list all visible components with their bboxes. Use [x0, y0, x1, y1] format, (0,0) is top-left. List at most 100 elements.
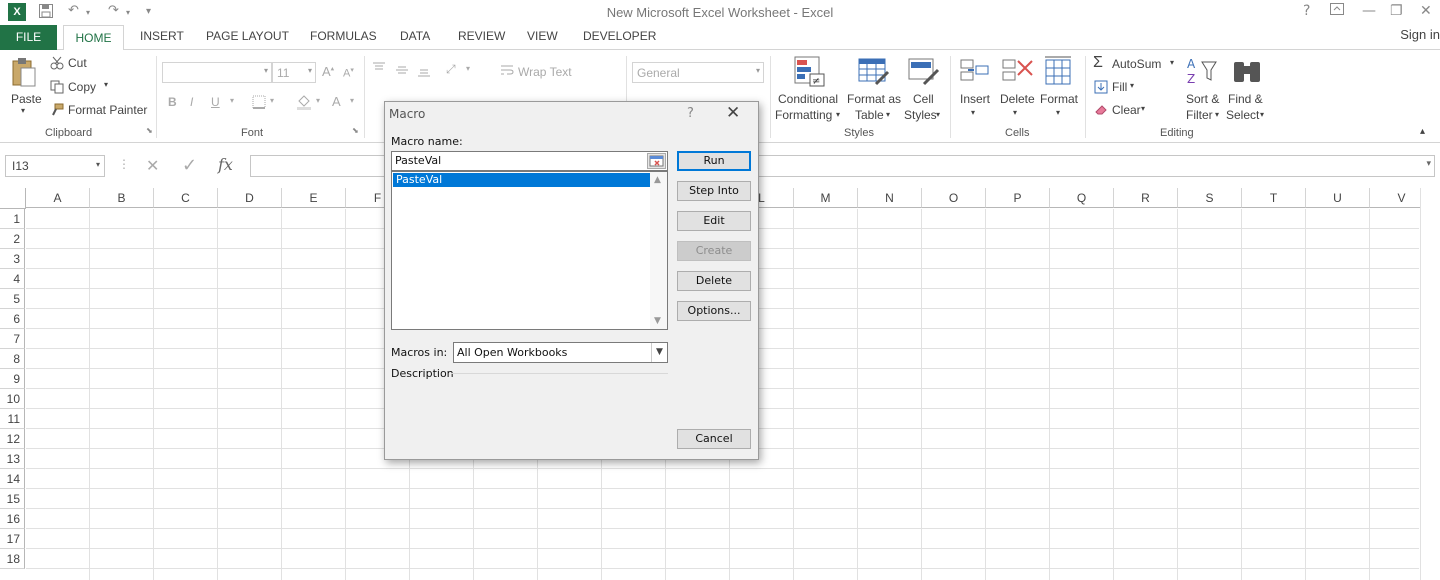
row-header[interactable]: 14	[0, 469, 25, 489]
row-header[interactable]: 8	[0, 349, 25, 369]
copy-button[interactable]: Copy	[68, 80, 96, 94]
conditional-formatting-label[interactable]: Conditional	[778, 92, 838, 106]
paste-button[interactable]: Paste	[11, 92, 42, 106]
find-select-dropdown-icon[interactable]: ▾	[1260, 110, 1264, 119]
autosum-icon[interactable]: Σ	[1093, 54, 1103, 72]
restore-icon[interactable]: ❐	[1390, 3, 1403, 19]
tab-home[interactable]: HOME	[63, 25, 124, 51]
sort-filter-dropdown-icon[interactable]: ▾	[1215, 110, 1219, 119]
copy-dropdown-icon[interactable]: ▾	[104, 80, 108, 89]
vertical-scrollbar[interactable]	[1420, 188, 1440, 580]
clear-icon[interactable]	[1094, 103, 1108, 120]
find-select-label-2[interactable]: Select	[1226, 108, 1259, 122]
list-item[interactable]: PasteVal	[393, 173, 650, 187]
cancel-entry-icon[interactable]: ✕	[146, 156, 159, 175]
font-color-icon[interactable]: A	[332, 94, 341, 109]
fill-button[interactable]: Fill	[1112, 80, 1127, 94]
name-box[interactable]: I13 ▾	[5, 155, 105, 177]
tab-file[interactable]: FILE	[0, 25, 57, 50]
column-header[interactable]: O	[922, 188, 986, 208]
paste-dropdown-icon[interactable]: ▾	[21, 106, 25, 115]
cut-icon[interactable]	[50, 56, 64, 73]
align-middle-icon[interactable]	[395, 64, 409, 79]
row-header[interactable]: 16	[0, 509, 25, 529]
row-header[interactable]: 5	[0, 289, 25, 309]
row-header[interactable]: 17	[0, 529, 25, 549]
minimize-icon[interactable]: —	[1362, 3, 1376, 19]
column-header[interactable]: R	[1114, 188, 1178, 208]
format-as-table-label-2[interactable]: Table	[855, 108, 884, 122]
tab-developer[interactable]: DEVELOPER	[583, 29, 656, 43]
align-top-icon[interactable]	[372, 62, 386, 77]
fill-icon[interactable]	[1094, 80, 1108, 97]
conditional-formatting-dropdown-icon[interactable]: ▾	[836, 110, 840, 119]
row-header[interactable]: 9	[0, 369, 25, 389]
cell-styles-icon[interactable]	[908, 56, 940, 91]
help-icon[interactable]: ?	[1303, 3, 1310, 19]
cell-styles-dropdown-icon[interactable]: ▾	[936, 110, 940, 119]
ribbon-display-icon[interactable]	[1330, 3, 1344, 19]
format-cells-dropdown-icon[interactable]: ▾	[1056, 108, 1060, 117]
tab-view[interactable]: VIEW	[527, 29, 558, 43]
column-header[interactable]: P	[986, 188, 1050, 208]
font-size-input[interactable]: 11 ▾	[272, 62, 316, 83]
row-header[interactable]: 11	[0, 409, 25, 429]
sort-filter-icon[interactable]: AZ	[1186, 56, 1218, 89]
copy-icon[interactable]	[50, 80, 64, 97]
column-header[interactable]: S	[1178, 188, 1242, 208]
column-header[interactable]: N	[858, 188, 922, 208]
borders-dropdown-icon[interactable]: ▾	[270, 96, 274, 105]
tab-review[interactable]: REVIEW	[458, 29, 505, 43]
row-header[interactable]: 3	[0, 249, 25, 269]
grow-font-icon[interactable]: A▴	[322, 64, 334, 79]
format-cells-icon[interactable]	[1044, 56, 1074, 89]
macro-name-input[interactable]: PasteVal	[391, 151, 668, 171]
column-header[interactable]: B	[90, 188, 154, 208]
help-icon[interactable]: ?	[687, 106, 694, 121]
row-header[interactable]: 1	[0, 209, 25, 229]
expand-formula-icon[interactable]: ▾	[1426, 159, 1431, 169]
clear-button[interactable]: Clear	[1112, 103, 1141, 117]
cell-styles-label[interactable]: Cell	[913, 92, 934, 106]
tab-insert[interactable]: INSERT	[140, 29, 184, 43]
scroll-down-icon[interactable]: ▼	[654, 316, 661, 326]
collapse-ribbon-icon[interactable]: ▴	[1420, 126, 1425, 137]
font-name-input[interactable]: ▾	[162, 62, 272, 83]
row-header[interactable]: 15	[0, 489, 25, 509]
orientation-dropdown-icon[interactable]: ▾	[466, 64, 470, 73]
enter-check-icon[interactable]: ✓	[182, 155, 197, 176]
select-all-corner[interactable]	[0, 188, 26, 209]
column-header[interactable]: A	[26, 188, 90, 208]
shrink-font-icon[interactable]: A▾	[343, 66, 354, 80]
binoculars-icon[interactable]	[1232, 58, 1262, 89]
cancel-button[interactable]: Cancel	[677, 429, 751, 449]
column-header[interactable]: T	[1242, 188, 1306, 208]
format-as-table-label[interactable]: Format as	[847, 92, 901, 106]
close-icon[interactable]: ✕	[1420, 3, 1432, 19]
row-header[interactable]: 13	[0, 449, 25, 469]
row-header[interactable]: 4	[0, 269, 25, 289]
row-header[interactable]: 6	[0, 309, 25, 329]
chevron-down-icon[interactable]: ▼	[651, 343, 667, 362]
tab-page-layout[interactable]: PAGE LAYOUT	[206, 29, 289, 43]
conditional-formatting-icon[interactable]: ≠	[794, 56, 826, 91]
borders-icon[interactable]	[252, 95, 266, 112]
sort-filter-label[interactable]: Sort &	[1186, 92, 1219, 106]
edit-button[interactable]: Edit	[677, 211, 751, 231]
autosum-button[interactable]: AutoSum	[1112, 57, 1161, 71]
cut-button[interactable]: Cut	[68, 56, 87, 70]
macro-list[interactable]: PasteVal ▲ ▼	[391, 171, 668, 330]
sign-in-link[interactable]: Sign in	[1400, 27, 1440, 42]
font-launcher-icon[interactable]: ⬊	[352, 126, 359, 135]
font-color-dropdown-icon[interactable]: ▾	[350, 96, 354, 105]
collapse-dialog-icon[interactable]	[647, 153, 666, 169]
autosum-dropdown-icon[interactable]: ▾	[1170, 58, 1174, 67]
column-header[interactable]: C	[154, 188, 218, 208]
clipboard-launcher-icon[interactable]: ⬊	[146, 126, 153, 135]
number-format-select[interactable]: General ▾	[632, 62, 764, 83]
row-header[interactable]: 12	[0, 429, 25, 449]
step-into-button[interactable]: Step Into	[677, 181, 751, 201]
tab-formulas[interactable]: FORMULAS	[310, 29, 377, 43]
fill-color-dropdown-icon[interactable]: ▾	[316, 96, 320, 105]
tab-data[interactable]: DATA	[400, 29, 430, 43]
